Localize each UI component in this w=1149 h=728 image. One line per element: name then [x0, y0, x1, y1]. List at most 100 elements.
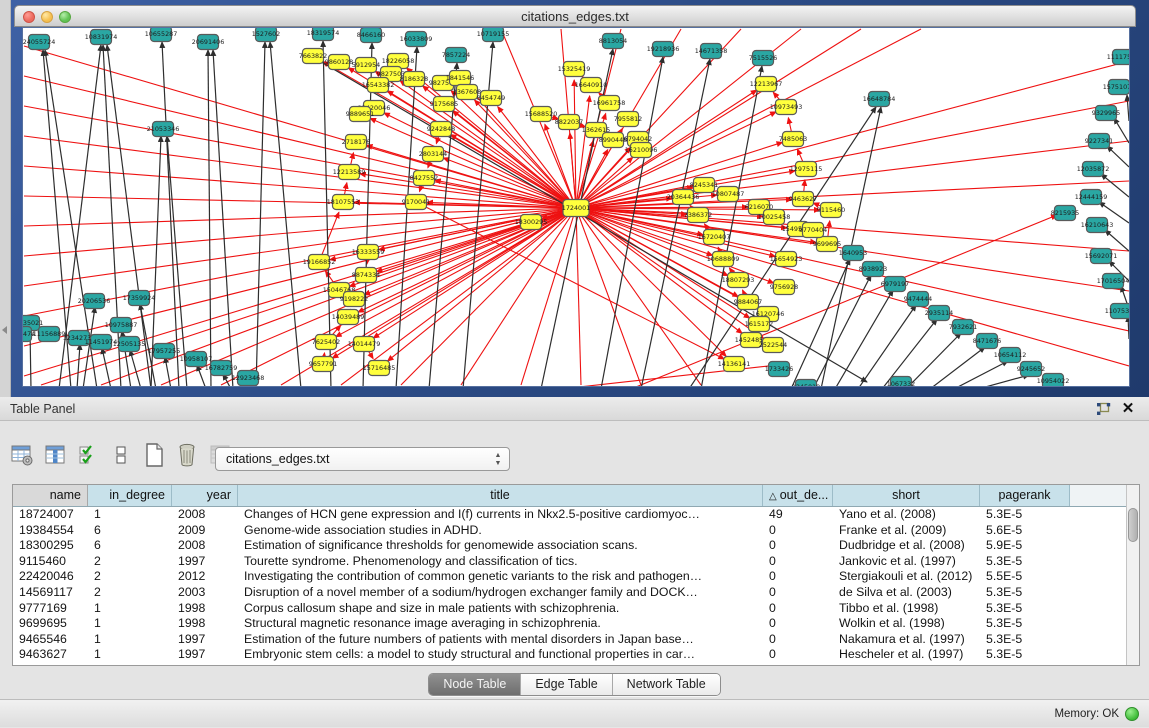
graph-node[interactable]: 7625402: [312, 335, 340, 350]
graph-node[interactable]: 12923468: [232, 371, 265, 386]
graph-node[interactable]: 12505135: [113, 337, 146, 352]
graph-node[interactable]: 9463627: [789, 192, 817, 207]
column-header-in_degree[interactable]: in_degree: [88, 485, 172, 506]
graph-node[interactable]: 16720407: [698, 230, 731, 245]
float-window-icon[interactable]: [1096, 402, 1111, 416]
hub-node[interactable]: 1724001: [562, 200, 590, 217]
graph-node[interactable]: 15751074: [1103, 80, 1129, 95]
column-header-name[interactable]: name: [13, 485, 88, 506]
graph-node[interactable]: 12035872: [1077, 162, 1110, 177]
graph-node[interactable]: 9227341: [1085, 134, 1113, 149]
table-row[interactable]: 946554611997Estimation of the future num…: [13, 632, 1139, 648]
graph-node[interactable]: 10655287: [145, 28, 178, 42]
graph-node[interactable]: 18319574: [307, 28, 340, 41]
graph-node[interactable]: 9198222: [340, 292, 368, 307]
column-header-title[interactable]: title: [238, 485, 763, 506]
graph-node[interactable]: 10654112: [994, 348, 1027, 363]
show-columns-button[interactable]: [41, 441, 69, 469]
graph-node[interactable]: 15325419: [558, 62, 591, 77]
column-header-short[interactable]: short: [833, 485, 980, 506]
graph-node[interactable]: 8471676: [973, 334, 1001, 349]
graph-node[interactable]: 9175685: [430, 97, 458, 112]
graph-node[interactable]: 7663822: [299, 49, 327, 64]
scrollbar-thumb[interactable]: [1128, 508, 1138, 542]
graph-node[interactable]: 9474444: [904, 292, 932, 307]
graph-node[interactable]: 15716485: [363, 361, 396, 376]
graph-node[interactable]: 9329965: [1092, 106, 1120, 121]
graph-node[interactable]: 12975115: [790, 162, 823, 177]
graph-node[interactable]: 9889651: [346, 107, 374, 122]
graph-node[interactable]: 16033809: [400, 32, 433, 47]
graph-node[interactable]: 9245652: [1017, 362, 1045, 377]
graph-node[interactable]: 10831974: [85, 30, 118, 45]
table-row[interactable]: 1456911722003Disruption of a novel membe…: [13, 585, 1139, 601]
graph-node[interactable]: 9770404: [799, 223, 827, 238]
tab-node-table[interactable]: Node Table: [429, 674, 520, 695]
graph-node[interactable]: 8938923: [859, 262, 887, 277]
graph-node[interactable]: 2935114: [925, 306, 953, 321]
graph-node[interactable]: 9242848: [427, 122, 455, 137]
graph-node[interactable]: 2803144: [419, 147, 447, 162]
graph-node[interactable]: 1841546: [446, 71, 474, 86]
column-header-pagerank[interactable]: pagerank: [980, 485, 1070, 506]
tab-network-table[interactable]: Network Table: [612, 674, 720, 695]
table-row[interactable]: 946362711997Embryonic stem cells: a mode…: [13, 647, 1139, 663]
table-row[interactable]: 911546021997Tourette syndrome. Phenomeno…: [13, 554, 1139, 570]
column-header-out_de[interactable]: △out_de...: [763, 485, 833, 506]
graph-node[interactable]: 9115460: [817, 203, 845, 218]
graph-node[interactable]: 11117504: [1107, 50, 1129, 65]
graph-node[interactable]: 8427552: [410, 171, 438, 186]
graph-node[interactable]: 8186328: [400, 72, 428, 87]
delete-column-button[interactable]: [173, 441, 201, 469]
graph-node[interactable]: 7955812: [614, 112, 642, 127]
table-row[interactable]: 1938455462009Genome-wide association stu…: [13, 523, 1139, 539]
graph-node[interactable]: 8813054: [599, 34, 627, 49]
graph-node[interactable]: 16210643: [1081, 218, 1114, 233]
graph-node[interactable]: 16961758: [593, 96, 626, 111]
graph-node[interactable]: 2718176: [342, 135, 370, 150]
graph-node[interactable]: 8215935: [1051, 206, 1079, 221]
graph-node[interactable]: 8454749: [477, 91, 505, 106]
collapse-handle-icon[interactable]: [2, 326, 7, 334]
table-row[interactable]: 969969511998Structural magnetic resonanc…: [13, 616, 1139, 632]
graph-node[interactable]: 1615172: [745, 317, 773, 332]
graph-node[interactable]: 7857224: [442, 48, 470, 63]
graph-node[interactable]: 19166852: [303, 255, 336, 270]
table-row[interactable]: 1830029562008Estimation of significance …: [13, 538, 1139, 554]
graph-node[interactable]: 10719155: [477, 28, 510, 42]
graph-node[interactable]: 6979197: [881, 277, 909, 292]
graph-node[interactable]: 11075334: [1105, 304, 1129, 319]
graph-node[interactable]: 15688520: [525, 107, 558, 122]
graph-node[interactable]: 7386372: [684, 208, 712, 223]
network-window-titlebar[interactable]: citations_edges.txt: [14, 5, 1136, 27]
graph-node[interactable]: 8822037: [555, 115, 583, 130]
graph-node[interactable]: 9756928: [770, 280, 798, 295]
graph-node[interactable]: 18107553: [327, 195, 360, 210]
graph-node[interactable]: 1733426: [765, 362, 793, 377]
graph-node[interactable]: 8466160: [357, 28, 385, 43]
close-panel-icon[interactable]: ✕: [1119, 399, 1137, 419]
graph-node[interactable]: 1067332: [887, 377, 915, 387]
graph-node[interactable]: 7515526: [749, 51, 777, 66]
graph-node[interactable]: 9245019: [792, 380, 820, 387]
graph-node[interactable]: 1640953: [839, 246, 867, 261]
graph-node[interactable]: 9170041: [402, 195, 430, 210]
graph-node[interactable]: 7932621: [949, 320, 977, 335]
graph-node[interactable]: 12213967: [750, 77, 783, 92]
graph-node[interactable]: 12444159: [1075, 190, 1108, 205]
network-canvas[interactable]: 1724001766382298601285912954182260589827…: [22, 27, 1130, 387]
graph-node[interactable]: 9657791: [309, 357, 337, 372]
table-mode-button[interactable]: [8, 441, 36, 469]
table-row[interactable]: 977716911998Corpus callosum shape and si…: [13, 601, 1139, 617]
graph-node[interactable]: 9860128: [325, 55, 353, 70]
memory-status-icon[interactable]: [1125, 707, 1139, 721]
graph-node[interactable]: 1527602: [252, 28, 280, 42]
tab-edge-table[interactable]: Edge Table: [520, 674, 611, 695]
graph-node[interactable]: 14671358: [695, 44, 728, 59]
table-row[interactable]: 2242004622012Investigating the contribut…: [13, 569, 1139, 585]
table-selector-dropdown[interactable]: citations_edges.txt ▲ ▼: [215, 447, 510, 471]
graph-node[interactable]: 16640910: [575, 78, 608, 93]
graph-node[interactable]: 14014479: [348, 337, 381, 352]
select-columns-button[interactable]: [74, 441, 102, 469]
graph-node[interactable]: 19218936: [647, 42, 680, 57]
